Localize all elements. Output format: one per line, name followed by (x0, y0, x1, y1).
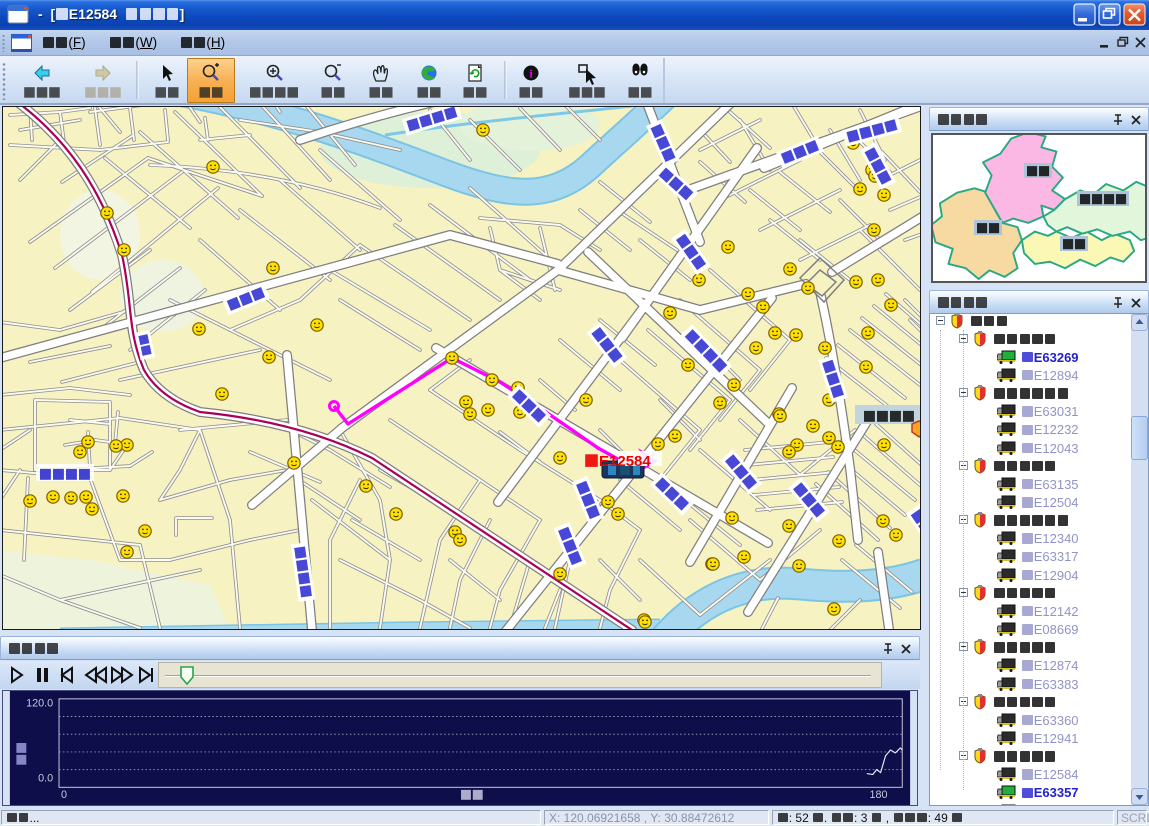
svg-text:0.0: 0.0 (38, 772, 53, 784)
svg-text:120.0: 120.0 (26, 698, 53, 710)
svg-text:180: 180 (869, 789, 887, 801)
svg-text:0: 0 (61, 789, 67, 801)
svg-text:E12584: E12584 (599, 453, 651, 470)
